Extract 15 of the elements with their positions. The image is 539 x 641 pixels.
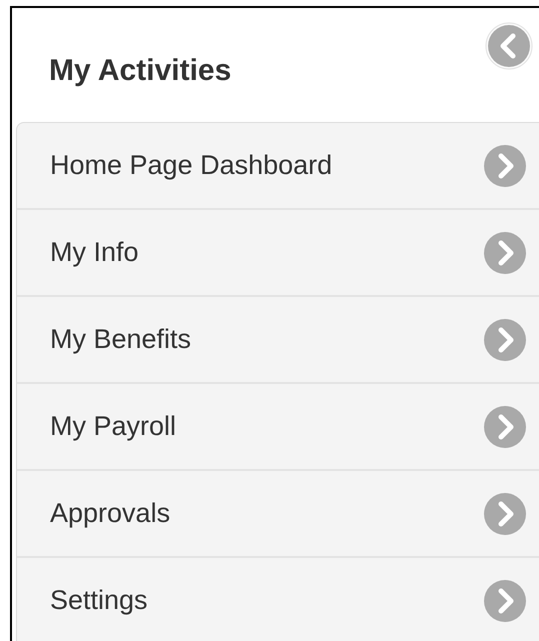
chevron-right-icon bbox=[483, 144, 527, 188]
menu-item[interactable]: My Benefits bbox=[17, 297, 539, 384]
back-arrow-icon bbox=[485, 22, 533, 70]
chevron-right-icon bbox=[483, 404, 527, 448]
chevron-right-icon bbox=[483, 492, 527, 536]
menu-item[interactable]: Home Page Dashboard bbox=[17, 123, 539, 210]
chevron-right-icon bbox=[483, 578, 527, 622]
panel-title: My Activities bbox=[49, 52, 232, 88]
menu-item[interactable]: Settings bbox=[17, 558, 539, 641]
menu-item[interactable]: Approvals bbox=[17, 471, 539, 558]
menu-item[interactable]: My Payroll bbox=[17, 384, 539, 471]
chevron-right-icon bbox=[483, 318, 527, 362]
chevron-right-icon bbox=[483, 230, 527, 274]
menu-item[interactable]: My Info bbox=[17, 210, 539, 297]
collapse-button[interactable] bbox=[485, 22, 533, 70]
